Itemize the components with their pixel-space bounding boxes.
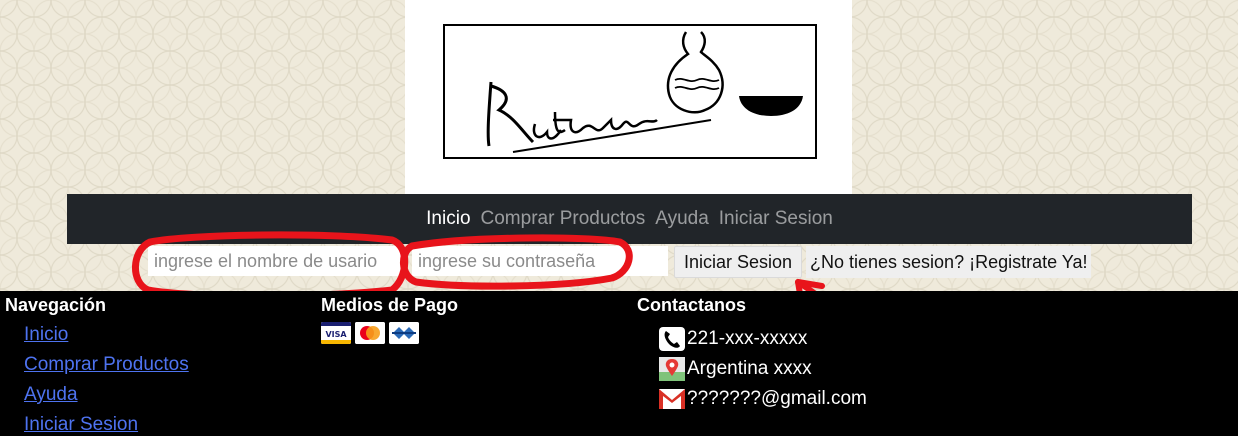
- site-footer: Navegación Inicio Comprar Productos Ayud…: [0, 291, 1238, 436]
- mastercard-icon: [355, 322, 385, 344]
- footer-contact-title: Contactanos: [637, 295, 747, 315]
- contact-phone-text: 221-xxx-xxxxx: [687, 328, 808, 349]
- nav-link-comprar-productos[interactable]: Comprar Productos: [481, 208, 646, 230]
- footer-link-comprar-productos[interactable]: Comprar Productos: [24, 354, 189, 375]
- logo-container: [405, 0, 852, 194]
- main-navbar: Inicio Comprar Productos Ayuda Iniciar S…: [67, 194, 1192, 244]
- phone-icon: [657, 326, 687, 352]
- contact-location-text: Argentina xxxx: [687, 358, 812, 379]
- nav-link-inicio[interactable]: Inicio: [426, 208, 470, 230]
- footer-payment: Medios de Pago VISA: [321, 295, 458, 344]
- password-input[interactable]: [412, 246, 668, 276]
- footer-link-iniciar-sesion[interactable]: Iniciar Sesion: [24, 414, 138, 435]
- map-pin-icon: [657, 356, 687, 382]
- footer-nav-title: Navegación: [5, 295, 107, 315]
- footer-link-inicio[interactable]: Inicio: [24, 324, 68, 345]
- footer-contact: Contactanos 221-xxx-xxxxx Argentina xxxx…: [637, 295, 867, 414]
- contact-email-text: ???????@gmail.com: [687, 388, 867, 409]
- contact-email: ???????@gmail.com: [657, 384, 867, 414]
- contact-phone: 221-xxx-xxxxx: [657, 324, 867, 354]
- kutun-logo-icon: [443, 24, 817, 159]
- visa-card-icon: VISA: [321, 322, 351, 344]
- nav-link-iniciar-sesion[interactable]: Iniciar Sesion: [719, 208, 833, 230]
- footer-navigation: Navegación Inicio Comprar Productos Ayud…: [5, 295, 189, 436]
- login-submit-button[interactable]: Iniciar Sesion: [674, 246, 802, 278]
- svg-text:VISA: VISA: [325, 330, 347, 339]
- gmail-icon: [657, 386, 687, 412]
- nav-link-ayuda[interactable]: Ayuda: [655, 208, 709, 230]
- footer-link-ayuda[interactable]: Ayuda: [24, 384, 78, 405]
- register-link[interactable]: ¿No tienes sesion? ¡Registrate Ya!: [806, 246, 1092, 278]
- contact-location: Argentina xxxx: [657, 354, 867, 384]
- footer-payment-title: Medios de Pago: [321, 295, 459, 315]
- username-input[interactable]: [148, 246, 404, 276]
- cabal-card-icon: [389, 322, 419, 344]
